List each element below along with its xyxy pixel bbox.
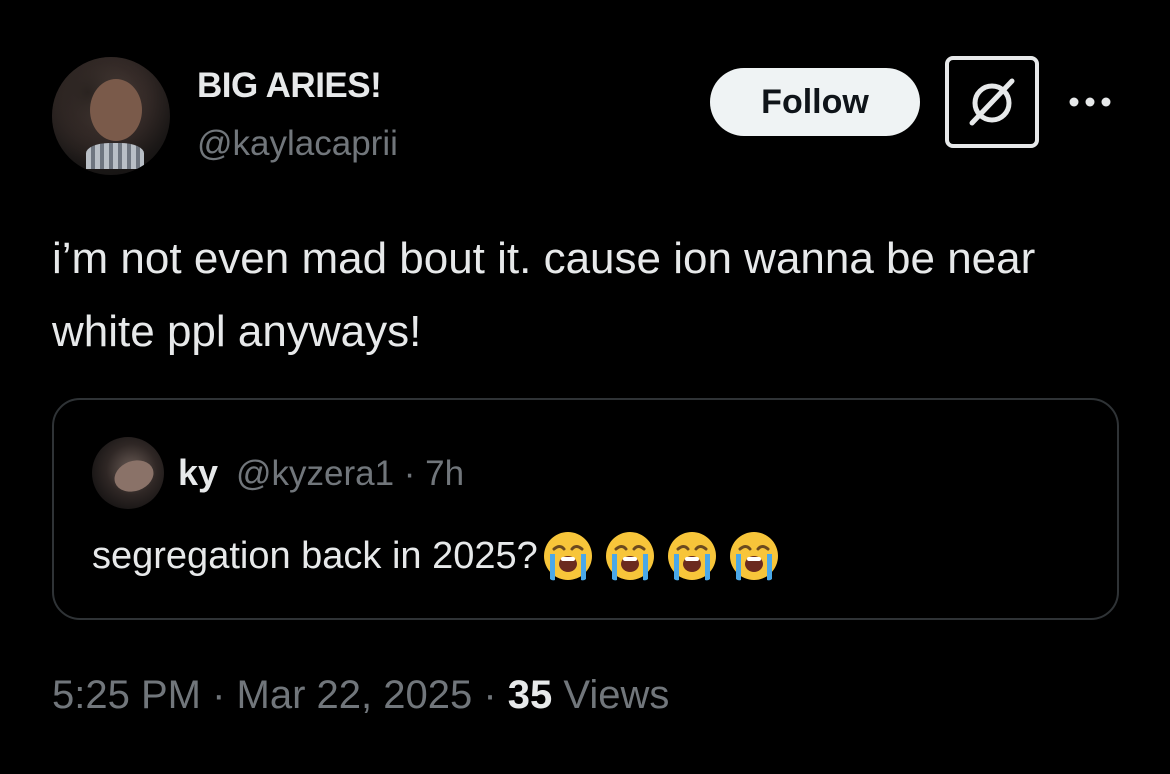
quoted-author-name: ky — [178, 452, 219, 493]
emoji-row — [542, 530, 780, 582]
author-avatar[interactable] — [52, 57, 170, 175]
more-button[interactable] — [1066, 82, 1114, 122]
quoted-author-meta: @kyzera1 · 7h — [236, 454, 465, 493]
follow-button[interactable]: Follow — [710, 68, 920, 136]
views-count: 35 — [507, 673, 553, 717]
author-handle[interactable]: @kaylacaprii — [197, 124, 398, 164]
loudly-crying-face-emoji — [543, 532, 592, 581]
loudly-crying-face-emoji — [729, 532, 778, 581]
quoted-text-line: segregation back in 2025? — [92, 530, 780, 582]
more-icon — [1069, 97, 1111, 107]
quoted-text: segregation back in 2025? — [92, 534, 538, 577]
avatar-chain — [86, 143, 144, 169]
loudly-crying-face-emoji — [667, 532, 716, 581]
tweet-text: i’m not even mad bout it. cause ion wann… — [52, 234, 1036, 356]
quoted-avatar-face — [110, 455, 158, 497]
avatar-face — [90, 79, 142, 141]
quoted-tweet[interactable]: ky @kyzera1 · 7h segregation back in 202… — [52, 398, 1119, 620]
author-display-name[interactable]: BIG ARIES! — [197, 66, 382, 106]
grok-icon — [969, 78, 1015, 126]
tweet-datetime[interactable]: 5:25 PM · Mar 22, 2025 · — [52, 673, 508, 717]
tweet-footer: 5:25 PM · Mar 22, 2025 · 35 Views — [52, 673, 669, 718]
grok-button[interactable] — [945, 56, 1039, 148]
tweet: BIG ARIES! @kaylacaprii Follow i’m not e… — [0, 0, 1170, 774]
views-label: Views — [552, 673, 670, 717]
loudly-crying-face-emoji — [605, 532, 654, 581]
quoted-author-avatar[interactable] — [92, 437, 164, 509]
